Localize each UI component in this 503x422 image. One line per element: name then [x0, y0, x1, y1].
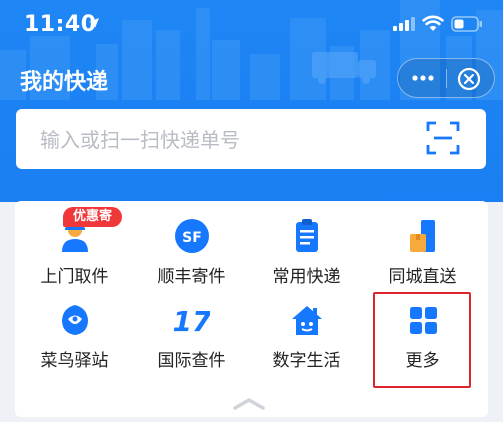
svg-text:SF: SF [182, 230, 202, 246]
service-tile-common[interactable]: 常用快递 [249, 218, 364, 300]
sf-express-icon: SF [175, 219, 209, 253]
location-arrow-icon [89, 18, 99, 28]
service-label: 常用快递 [272, 267, 341, 287]
service-label: 顺丰寄件 [157, 267, 226, 287]
clipboard-icon [296, 219, 318, 252]
international-17-icon: 17 [174, 305, 210, 338]
search-box [16, 109, 486, 169]
status-time: 11:40 [24, 12, 97, 37]
wifi-icon [422, 15, 444, 31]
more-dots-icon[interactable] [412, 72, 434, 84]
digital-home-icon [292, 306, 322, 335]
service-label: 数字生活 [272, 351, 341, 371]
service-tile-sf[interactable]: SF 顺丰寄件 [134, 218, 249, 300]
chevron-up-icon[interactable] [232, 397, 266, 411]
tracking-number-input[interactable] [38, 121, 422, 159]
mini-program-capsule [397, 58, 495, 98]
capsule-divider [446, 69, 447, 88]
close-icon[interactable] [457, 67, 481, 91]
status-bar: 11:40 [0, 0, 503, 52]
scan-icon[interactable] [426, 121, 460, 155]
service-tile-same-city[interactable]: 同城直送 [365, 218, 480, 300]
highlight-box [373, 292, 471, 388]
promo-badge: 优惠寄 [63, 207, 123, 227]
cellular-signal-icon [393, 17, 415, 31]
package-delivery-icon [410, 220, 435, 252]
cainiao-bird-icon [62, 305, 88, 335]
service-tile-international[interactable]: 17 国际查件 [134, 302, 249, 384]
service-label: 国际查件 [157, 351, 226, 371]
header: 11:40 我的快递 [0, 0, 503, 202]
service-tile-cainiao[interactable]: 菜鸟驿站 [17, 302, 132, 384]
svg-text:17: 17 [174, 305, 210, 338]
service-tile-pickup[interactable]: 上门取件 [17, 218, 132, 300]
service-label: 上门取件 [40, 267, 109, 287]
page-title: 我的快递 [20, 70, 109, 95]
service-tile-digital-life[interactable]: 数字生活 [249, 302, 364, 384]
battery-icon [451, 16, 482, 32]
service-label: 菜鸟驿站 [40, 351, 109, 371]
service-label: 同城直送 [388, 267, 457, 287]
